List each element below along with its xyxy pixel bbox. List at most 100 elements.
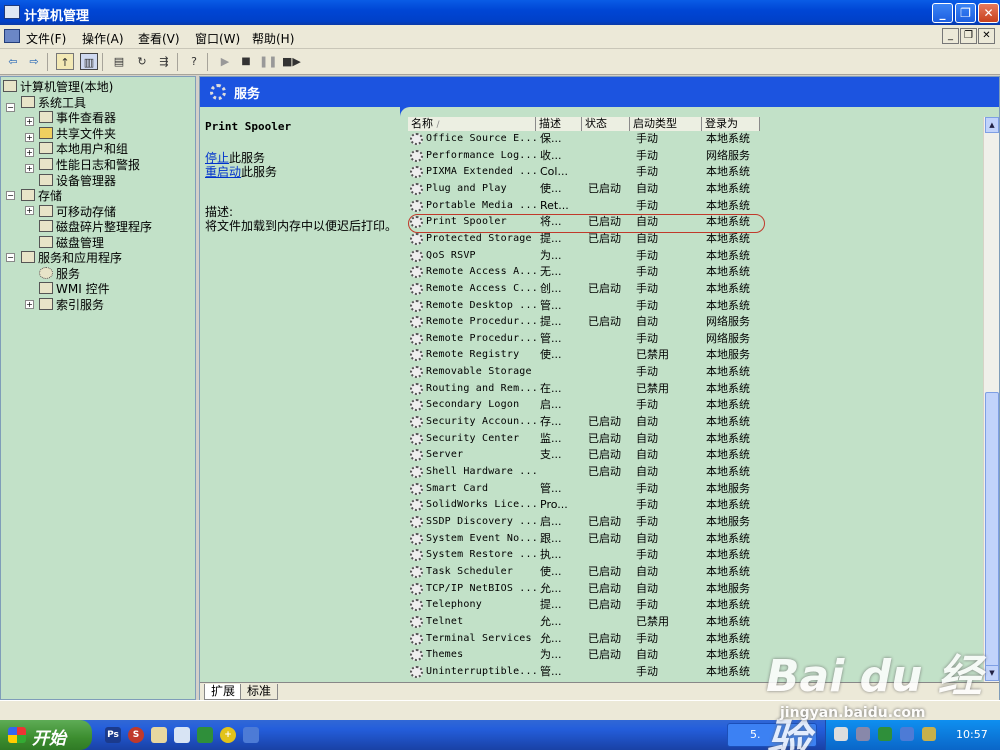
service-row[interactable]: Shell Hardware ... 已启动 自动 本地系统 [400,464,800,481]
help-icon[interactable]: ? [185,53,203,70]
column-name[interactable]: 名称 / [408,117,536,131]
title-bar[interactable]: 计算机管理 _ ❐ ✕ [0,0,1000,25]
maximize-button[interactable]: ❐ [955,3,976,23]
back-arrow-icon[interactable]: ⇦ [4,53,22,70]
child-close-button[interactable]: ✕ [978,28,995,44]
column-logon-as[interactable]: 登录为 [702,117,760,131]
restart-service-link[interactable]: 重启动 [205,165,241,179]
quicklaunch-plus-icon[interactable]: + [220,727,236,743]
forward-arrow-icon[interactable]: ⇨ [25,53,43,70]
service-row[interactable]: SSDP Discovery ... 启... 已启动 手动 本地服务 [400,514,800,531]
menu-view[interactable]: 查看(V) [138,30,180,47]
service-row[interactable]: Server 支... 已启动 自动 本地系统 [400,447,800,464]
show-desktop-icon[interactable] [174,727,190,743]
menu-help[interactable]: 帮助(H) [252,30,294,47]
expand-event-viewer[interactable]: + [25,117,34,126]
media-icon[interactable] [243,727,259,743]
service-row[interactable]: Telnet 允... 已禁用 本地系统 [400,614,800,631]
child-minimize-button[interactable]: _ [942,28,959,44]
tree-device-manager[interactable]: 设备管理器 [39,173,116,189]
tree-perf-logs[interactable]: 性能日志和警报 [39,157,140,173]
expand-shared-folders[interactable]: + [25,133,34,142]
export-list-icon[interactable]: ⇶ [155,53,173,70]
properties-icon[interactable]: ▤ [110,53,128,70]
vertical-scrollbar[interactable]: ▲ ▼ [983,117,999,682]
service-row[interactable]: Office Source E... 保... 手动 本地系统 [400,131,800,148]
service-row[interactable]: Portable Media ... Ret... 手动 本地系统 [400,198,800,215]
tree-disk-mgmt[interactable]: 磁盘管理 [39,235,104,251]
column-startup-type[interactable]: 启动类型 [630,117,702,131]
expand-perf-logs[interactable]: + [25,164,34,173]
tab-extended[interactable]: 扩展 [204,684,243,700]
expand-indexing[interactable]: + [25,300,34,309]
start-service-icon[interactable]: ▶ [216,53,234,70]
service-row[interactable]: Telephony 提... 已启动 手动 本地系统 [400,597,800,614]
tree-indexing[interactable]: 索引服务 [39,297,104,313]
up-folder-icon[interactable]: ↑ [56,53,74,70]
expand-local-users[interactable]: + [25,148,34,157]
tree-wmi[interactable]: WMI 控件 [39,281,110,297]
restart-service-icon[interactable]: ■▶ [282,53,301,70]
tree-services[interactable]: 服务 [39,266,80,282]
column-status[interactable]: 状态 [582,117,630,131]
quicklaunch-app-icon[interactable] [151,727,167,743]
collapse-system-tools[interactable]: − [6,103,15,112]
service-row[interactable]: Security Center 监... 已启动 自动 本地系统 [400,431,800,448]
refresh-icon[interactable]: ↻ [133,53,151,70]
column-description[interactable]: 描述 [536,117,582,131]
service-row[interactable]: Removable Storage 手动 本地系统 [400,364,800,381]
service-row[interactable]: SolidWorks Lice... Pro... 手动 本地系统 [400,497,800,514]
pause-service-icon[interactable]: ❚❚ [259,53,277,70]
scroll-thumb[interactable] [985,392,999,667]
collapse-services-apps[interactable]: − [6,253,15,262]
mmc-app-icon[interactable] [4,29,20,43]
tree-storage[interactable]: 存储 [21,188,62,204]
service-row[interactable]: Security Accoun... 存... 已启动 自动 本地系统 [400,414,800,431]
service-row[interactable]: System Event No... 跟... 已启动 自动 本地系统 [400,531,800,548]
tree-local-users[interactable]: 本地用户和组 [39,141,128,157]
close-button[interactable]: ✕ [978,3,999,23]
show-hide-tree-icon[interactable]: ▥ [80,53,98,70]
service-row[interactable]: Remote Procedur... 提... 已启动 自动 网络服务 [400,314,800,331]
service-row[interactable]: System Restore ... 执... 手动 本地系统 [400,547,800,564]
service-row[interactable]: Remote Registry 使... 已禁用 本地服务 [400,347,800,364]
service-row[interactable]: QoS RSVP 为... 手动 本地系统 [400,248,800,265]
service-row[interactable]: Plug and Play 使... 已启动 自动 本地系统 [400,181,800,198]
shield-icon[interactable] [197,727,213,743]
service-row[interactable]: Secondary Logon 启... 手动 本地系统 [400,397,800,414]
service-row[interactable]: Themes 为... 已启动 自动 本地系统 [400,647,800,664]
tree-event-viewer[interactable]: 事件查看器 [39,110,116,126]
tab-standard[interactable]: 标准 [240,684,279,700]
start-button[interactable]: 开始 [0,720,92,750]
menu-action[interactable]: 操作(A) [82,30,124,47]
tree-removable-storage[interactable]: 可移动存储 [39,204,116,220]
service-row[interactable]: Task Scheduler 使... 已启动 自动 本地系统 [400,564,800,581]
service-row[interactable]: Remote Access A... 无... 手动 本地系统 [400,264,800,281]
service-row[interactable]: Remote Procedur... 管... 手动 网络服务 [400,331,800,348]
service-row[interactable]: Performance Log... 收... 手动 网络服务 [400,148,800,165]
service-row[interactable]: Uninterruptible... 管... 手动 本地系统 [400,664,800,681]
tree-defrag[interactable]: 磁盘碎片整理程序 [39,219,152,235]
menu-file[interactable]: 文件(F) [26,30,66,47]
service-row[interactable]: Routing and Rem... 在... 已禁用 本地系统 [400,381,800,398]
service-row[interactable]: PIXMA Extended ... Col... 手动 本地系统 [400,164,800,181]
tree-services-apps[interactable]: 服务和应用程序 [21,250,122,266]
service-row[interactable]: Protected Storage 提... 已启动 自动 本地系统 [400,231,800,248]
service-row[interactable]: TCP/IP NetBIOS ... 允... 已启动 自动 本地服务 [400,581,800,598]
child-restore-button[interactable]: ❐ [960,28,977,44]
service-row[interactable]: Remote Access C... 创... 已启动 手动 本地系统 [400,281,800,298]
tree-root[interactable]: 计算机管理(本地) [3,79,113,95]
tree-shared-folders[interactable]: 共享文件夹 [39,126,116,142]
stop-service-icon[interactable]: ■ [237,53,255,70]
service-row[interactable]: Terminal Services 允... 已启动 手动 本地系统 [400,631,800,648]
photoshop-icon[interactable]: Ps [105,727,121,743]
antivirus-icon[interactable]: S [128,727,144,743]
scroll-up-icon[interactable]: ▲ [985,117,999,133]
expand-removable-storage[interactable]: + [25,206,34,215]
service-row[interactable]: Remote Desktop ... 管... 手动 本地系统 [400,298,800,315]
minimize-button[interactable]: _ [932,3,953,23]
collapse-storage[interactable]: − [6,191,15,200]
service-row[interactable]: Smart Card 管... 手动 本地服务 [400,481,800,498]
tree-system-tools[interactable]: 系统工具 [21,95,86,111]
menu-window[interactable]: 窗口(W) [195,30,240,47]
